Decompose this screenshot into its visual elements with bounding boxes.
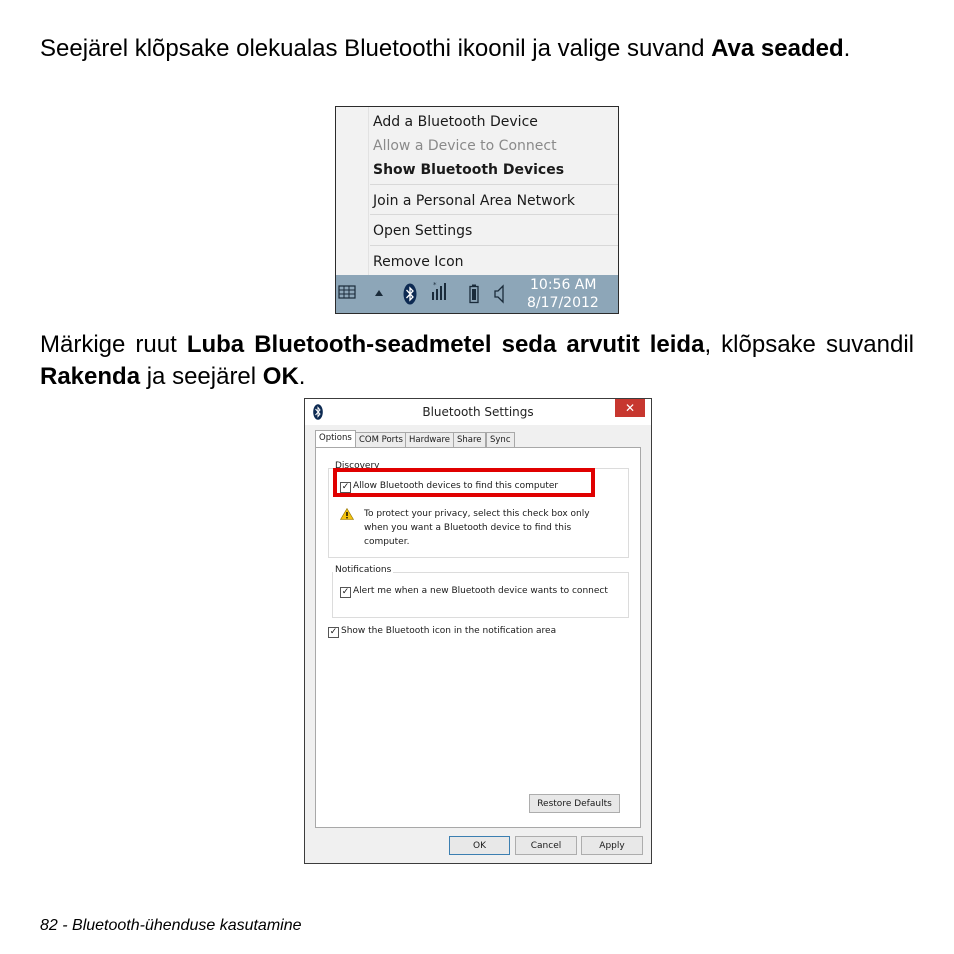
instruction-bold-term: Ava seaded (711, 35, 844, 62)
instruction-text: Seejärel klõpsake olekualas Bluetoothi i… (40, 35, 712, 62)
cancel-button[interactable]: Cancel (515, 836, 577, 855)
menu-separator (370, 184, 618, 185)
instruction-paragraph-2: Märkige ruut Luba Bluetooth-seadmetel se… (40, 329, 914, 393)
menu-item-join-pan[interactable]: Join a Personal Area Network (373, 190, 575, 212)
instruction-text: . (843, 35, 851, 62)
instruction-text: . (298, 363, 306, 390)
page-footer: 82 - Bluetooth-ühenduse kasutamine (40, 917, 302, 934)
instruction-bold-term: Luba Bluetooth-seadmetel seda arvutit le… (186, 331, 705, 358)
warning-icon (340, 508, 354, 520)
clock-date[interactable]: 8/17/2012 (527, 295, 599, 311)
tab-hardware[interactable]: Hardware (405, 432, 455, 448)
show-icon-checkbox[interactable]: ✓ (328, 627, 339, 638)
alert-connect-label[interactable]: Alert me when a new Bluetooth device wan… (353, 586, 608, 596)
options-panel: Discovery ✓ Allow Bluetooth devices to f… (315, 447, 641, 828)
bluetooth-context-menu-screenshot: Add a Bluetooth Device Allow a Device to… (335, 106, 619, 314)
alert-connect-checkbox[interactable]: ✓ (340, 587, 351, 598)
instruction-bold-term: OK (262, 363, 299, 390)
tab-options[interactable]: Options (315, 430, 356, 448)
taskbar: * 10:56 AM 8/17/2012 (336, 275, 618, 313)
menu-separator (370, 214, 618, 215)
close-button[interactable]: ✕ (615, 399, 645, 417)
bluetooth-settings-dialog: Bluetooth Settings ✕ Options COM Ports H… (304, 398, 652, 864)
menu-item-allow-connect: Allow a Device to Connect (373, 138, 557, 154)
instruction-text: ja seejärel (140, 363, 263, 390)
menu-item-show-devices[interactable]: Show Bluetooth Devices (373, 159, 564, 181)
tab-com-ports[interactable]: COM Ports (355, 432, 407, 448)
menu-separator (370, 245, 618, 246)
dialog-titlebar: Bluetooth Settings ✕ (305, 399, 651, 425)
speaker-icon[interactable] (494, 284, 506, 304)
bluetooth-icon[interactable] (403, 283, 417, 305)
clock-time[interactable]: 10:56 AM (530, 277, 596, 293)
svg-text:*: * (433, 281, 437, 289)
instruction-text: , klõpsake suvandil (704, 331, 914, 358)
chevron-up-icon[interactable] (374, 289, 384, 297)
ok-button[interactable]: OK (449, 836, 510, 855)
menu-item-remove-icon[interactable]: Remove Icon (373, 251, 464, 273)
restore-defaults-button[interactable]: Restore Defaults (529, 794, 620, 813)
tab-sync[interactable]: Sync (486, 432, 515, 448)
dialog-title: Bluetooth Settings (422, 405, 534, 419)
tab-share[interactable]: Share (453, 432, 486, 448)
menu-item-open-settings[interactable]: Open Settings (373, 220, 472, 242)
menu-gutter (368, 107, 369, 275)
show-icon-label[interactable]: Show the Bluetooth icon in the notificat… (341, 626, 556, 636)
privacy-note: To protect your privacy, select this che… (364, 509, 590, 547)
battery-icon[interactable] (469, 284, 479, 304)
network-signal-icon[interactable]: * (431, 280, 449, 302)
instruction-bold-term: Rakenda (40, 363, 141, 390)
highlight-box (333, 468, 595, 497)
apply-button[interactable]: Apply (581, 836, 643, 855)
notifications-group-label: Notifications (333, 565, 394, 575)
keyboard-icon[interactable] (338, 283, 356, 301)
instruction-paragraph-1: Seejärel klõpsake olekualas Bluetoothi i… (40, 33, 914, 65)
instruction-text: Märkige ruut (40, 331, 187, 358)
menu-item-add-device[interactable]: Add a Bluetooth Device (373, 111, 538, 133)
